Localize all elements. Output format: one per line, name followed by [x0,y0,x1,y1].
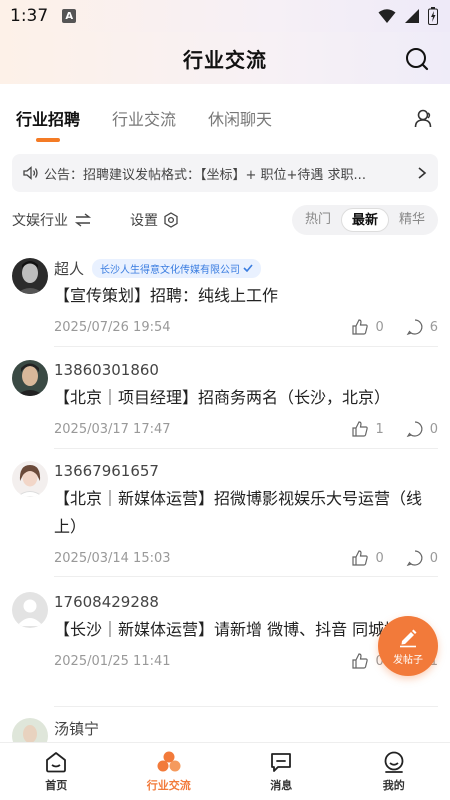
new-post-label: 发帖子 [393,655,423,666]
category-switch[interactable]: 文娱行业 [12,210,92,230]
announcement-bar[interactable]: 公告：招聘建议发帖格式：【坐标】+ 职位+待遇 求职... [12,154,438,192]
tab-recruitment[interactable]: 行业招聘 [16,106,80,142]
bottom-nav: 首页 行业交流 消息 我的 [0,742,450,800]
notification-badge: A [62,9,77,23]
category-tabs: 行业招聘 行业交流 休闲聊天 [16,106,304,142]
comment-icon [406,550,423,567]
sort-featured[interactable]: 精华 [389,208,435,232]
post-date: 2025/07/26 19:54 [54,319,171,335]
nav-industry-exchange[interactable]: 行业交流 [113,743,226,800]
post-author: 13860301860 [54,361,159,379]
thumb-up-icon [352,653,369,669]
nav-industry-exchange-label: 行业交流 [146,779,191,792]
gear-icon [164,212,178,228]
post-content: 【北京｜项目经理】招商务两名（长沙，北京） [54,388,391,407]
community-icon [157,751,181,772]
comment-icon [406,421,423,438]
sort-hot[interactable]: 热门 [295,208,341,232]
sort-latest[interactable]: 最新 [340,208,389,232]
comment-button[interactable]: 6 [406,318,438,336]
divider [54,448,438,449]
signal-icon [405,9,419,23]
company-badge: 长沙人生得意文化传媒有限公司 [92,258,262,278]
post-author: 超人 [54,259,85,278]
avatar[interactable] [12,718,48,742]
divider [54,706,438,707]
verified-icon [243,264,253,272]
battery-icon [428,7,438,25]
post-date: 2025/01/25 11:41 [54,653,171,669]
status-time: 1:37 [10,6,49,26]
nav-home-label: 首页 [45,779,68,792]
thumb-up-icon [352,550,369,566]
app-header: 行业交流 [0,32,450,84]
profile-icon [384,751,404,773]
status-bar: 1:37 A [0,0,450,32]
nav-profile-label: 我的 [382,779,405,792]
thumb-up-icon [352,421,369,437]
avatar[interactable] [12,592,48,628]
post-author: 17608429288 [54,593,159,611]
comment-icon [406,319,423,336]
avatar[interactable] [12,360,48,396]
chevron-right-icon [418,167,427,179]
post-content: 【北京｜新媒体运营】招微博影视娱乐大号运营（线上） [54,489,423,536]
divider [54,576,438,577]
page-title: 行业交流 [183,47,267,72]
post-date: 2025/03/17 17:47 [54,421,171,437]
like-button[interactable]: 0 [351,318,384,336]
nav-messages[interactable]: 消息 [225,743,338,800]
search-icon[interactable] [404,46,430,72]
wifi-icon [378,9,396,23]
thumb-up-icon [352,319,369,335]
avatar[interactable] [12,461,48,497]
tab-industry-exchange[interactable]: 行业交流 [112,106,176,142]
nav-messages-label: 消息 [270,779,293,792]
home-icon [46,752,67,773]
category-label: 文娱行业 [12,213,68,229]
post-author: 汤镇宁 [54,719,100,738]
announcement-text: 公告：招聘建议发帖格式：【坐标】+ 职位+待遇 求职... [44,167,366,183]
sort-toggle: 热门 最新 精华 [291,205,438,235]
divider [54,346,438,347]
comment-button[interactable]: 0 [406,549,438,567]
post-author: 13667961657 [54,462,159,480]
post-content: 【宣传策划】招聘：纯线上工作 [54,286,279,305]
swap-icon [74,213,92,227]
speaker-icon [23,166,38,180]
settings-button[interactable]: 设置 [130,210,179,230]
nav-profile[interactable]: 我的 [338,743,450,800]
settings-label: 设置 [130,213,158,229]
user-icon[interactable] [414,108,434,128]
nav-home[interactable]: 首页 [0,743,113,800]
tab-casual-chat[interactable]: 休闲聊天 [208,106,272,142]
like-button[interactable]: 0 [351,549,384,567]
pencil-icon [400,629,417,648]
message-icon [271,753,292,772]
like-button[interactable]: 1 [351,420,384,438]
comment-button[interactable]: 0 [406,420,438,438]
avatar[interactable] [12,258,48,294]
new-post-button[interactable]: 发帖子 [378,616,438,676]
post-date: 2025/03/14 15:03 [54,550,171,566]
filter-bar: 文娱行业 设置 热门 最新 精华 [12,204,438,236]
